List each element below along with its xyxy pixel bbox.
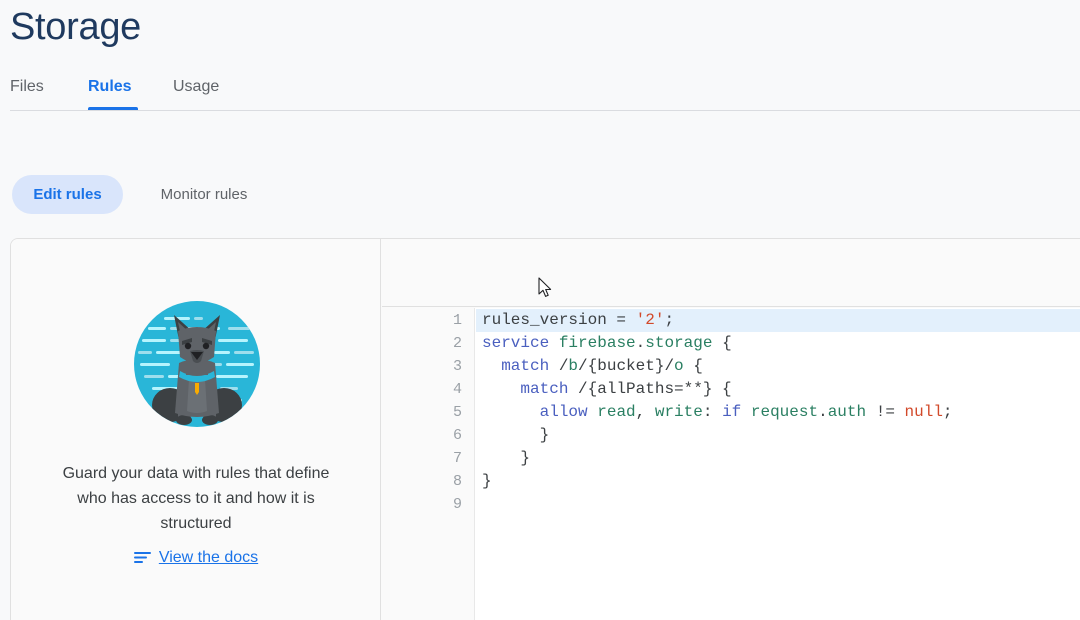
line-number: 5	[452, 404, 462, 421]
tab-monitor-rules-label: Monitor rules	[160, 186, 248, 203]
code-line[interactable]: }	[476, 470, 1080, 493]
rules-description: Guard your data with rules that define w…	[62, 465, 330, 532]
line-number: 9	[452, 496, 462, 513]
primary-tab-bar: Files Rules Usage	[0, 70, 1080, 111]
tab-rules-underline	[88, 107, 138, 110]
code-line[interactable]: match /{allPaths=**} {	[476, 378, 1080, 401]
line-number: 4	[452, 381, 462, 398]
rules-code-editor[interactable]: 1 2 3 4 5 6 7 8 9 rules_version = '2'; s…	[382, 308, 1080, 620]
line-number: 7	[452, 450, 462, 467]
illustration-circle	[134, 301, 260, 427]
code-lines[interactable]: rules_version = '2'; service firebase.st…	[476, 308, 1080, 620]
code-line[interactable]: service firebase.storage {	[476, 332, 1080, 355]
code-line[interactable]: allow read, write: if request.auth != nu…	[476, 401, 1080, 424]
rules-editor-panel: 1 2 3 4 5 6 7 8 9 rules_version = '2'; s…	[382, 239, 1080, 620]
rules-info-panel: Guard your data with rules that define w…	[11, 239, 381, 620]
rules-card: Guard your data with rules that define w…	[10, 238, 1080, 620]
tab-edit-rules[interactable]: Edit rules	[12, 175, 123, 214]
tab-rules[interactable]: Rules	[88, 70, 138, 110]
page-title: Storage	[10, 6, 141, 48]
tab-files-label: Files	[10, 78, 44, 95]
code-line[interactable]: rules_version = '2';	[476, 309, 1080, 332]
view-docs-link[interactable]: View the docs	[11, 549, 381, 567]
code-line[interactable]: }	[476, 424, 1080, 447]
line-number-gutter: 1 2 3 4 5 6 7 8 9	[382, 308, 475, 620]
tab-monitor-rules[interactable]: Monitor rules	[134, 175, 274, 214]
secondary-tab-bar: Edit rules Monitor rules	[0, 175, 1080, 215]
line-number: 3	[452, 358, 462, 375]
code-line[interactable]	[476, 493, 1080, 516]
guard-dog-illustration	[134, 301, 260, 427]
tab-usage[interactable]: Usage	[173, 70, 229, 110]
tab-rules-label: Rules	[88, 78, 132, 95]
tab-edit-rules-label: Edit rules	[33, 186, 102, 203]
line-number: 6	[452, 427, 462, 444]
guard-dog-figure	[152, 315, 242, 425]
tab-files[interactable]: Files	[10, 70, 53, 110]
line-number: 1	[452, 312, 462, 329]
line-number: 8	[452, 473, 462, 490]
subject-icon	[133, 551, 151, 563]
line-number: 2	[452, 335, 462, 352]
tab-bar-divider	[10, 110, 1080, 111]
editor-toolbar	[382, 239, 1080, 307]
view-docs-label: View the docs	[158, 549, 259, 566]
code-line[interactable]: }	[476, 447, 1080, 470]
code-line[interactable]: match /b/{bucket}/o {	[476, 355, 1080, 378]
tab-usage-label: Usage	[173, 78, 220, 95]
